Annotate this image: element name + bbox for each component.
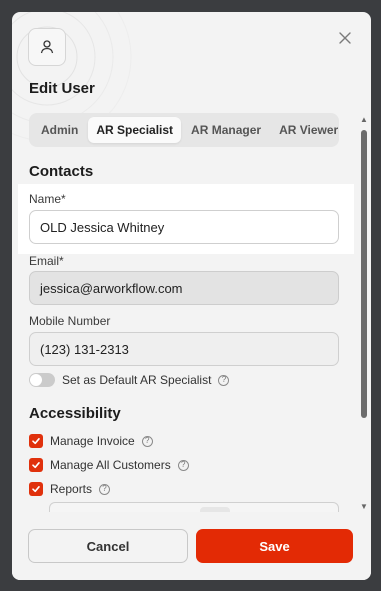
mobile-input[interactable]: (123) 131-2313 xyxy=(29,332,339,366)
scroll-thumb[interactable] xyxy=(361,130,367,418)
default-specialist-toggle[interactable] xyxy=(29,373,55,387)
role-tabs: Admin AR Specialist AR Manager AR Viewer xyxy=(29,113,339,147)
permission-reports: Reports ? xyxy=(29,482,111,496)
name-input[interactable]: OLD Jessica Whitney xyxy=(29,210,339,244)
manage-all-customers-checkbox[interactable] xyxy=(29,458,43,472)
checkmark-icon xyxy=(32,438,40,445)
manage-all-customers-label: Manage All Customers xyxy=(50,458,171,472)
manage-invoice-label: Manage Invoice xyxy=(50,434,135,448)
manage-invoice-checkbox[interactable] xyxy=(29,434,43,448)
save-button[interactable]: Save xyxy=(196,529,353,563)
close-icon xyxy=(339,32,351,44)
cancel-button[interactable]: Cancel xyxy=(28,529,188,563)
checkmark-icon xyxy=(32,462,40,469)
edit-user-modal: Edit User Admin AR Specialist AR Manager… xyxy=(12,12,371,580)
modal-title: Edit User xyxy=(29,80,95,97)
reports-label: Reports xyxy=(50,482,93,496)
tab-admin[interactable]: Admin xyxy=(33,117,86,143)
permission-manage-all-customers: Manage All Customers ? xyxy=(29,458,189,472)
tab-ar-viewer[interactable]: AR Viewer xyxy=(271,117,346,143)
checkmark-icon xyxy=(32,486,40,493)
scroll-up-arrow-icon[interactable]: ▲ xyxy=(360,116,368,124)
help-icon[interactable]: ? xyxy=(141,435,153,447)
name-input-value: OLD Jessica Whitney xyxy=(40,219,165,235)
close-button[interactable] xyxy=(337,30,353,46)
default-specialist-row: Set as Default AR Specialist ? xyxy=(29,373,230,387)
help-icon[interactable]: ? xyxy=(218,374,230,386)
mobile-label: Mobile Number xyxy=(29,314,111,328)
avatar xyxy=(28,28,66,66)
email-input[interactable]: jessica@arworkflow.com xyxy=(29,271,339,305)
help-icon[interactable]: ? xyxy=(99,483,111,495)
mobile-input-value: (123) 131-2313 xyxy=(40,341,129,357)
tab-ar-specialist[interactable]: AR Specialist xyxy=(88,117,182,143)
email-label: Email* xyxy=(29,254,64,268)
accessibility-heading: Accessibility xyxy=(29,405,121,422)
reports-checkbox[interactable] xyxy=(29,482,43,496)
permission-manage-invoice: Manage Invoice ? xyxy=(29,434,153,448)
email-input-value: jessica@arworkflow.com xyxy=(40,280,183,296)
tab-ar-manager[interactable]: AR Manager xyxy=(183,117,269,143)
name-label: Name* xyxy=(29,192,66,206)
scroll-down-arrow-icon[interactable]: ▼ xyxy=(360,503,368,511)
scrollbar[interactable]: ▲ ▼ xyxy=(360,116,368,511)
default-specialist-label: Set as Default AR Specialist xyxy=(62,373,212,387)
user-icon xyxy=(40,40,54,54)
contacts-heading: Contacts xyxy=(29,163,94,180)
help-icon[interactable]: ? xyxy=(177,459,189,471)
